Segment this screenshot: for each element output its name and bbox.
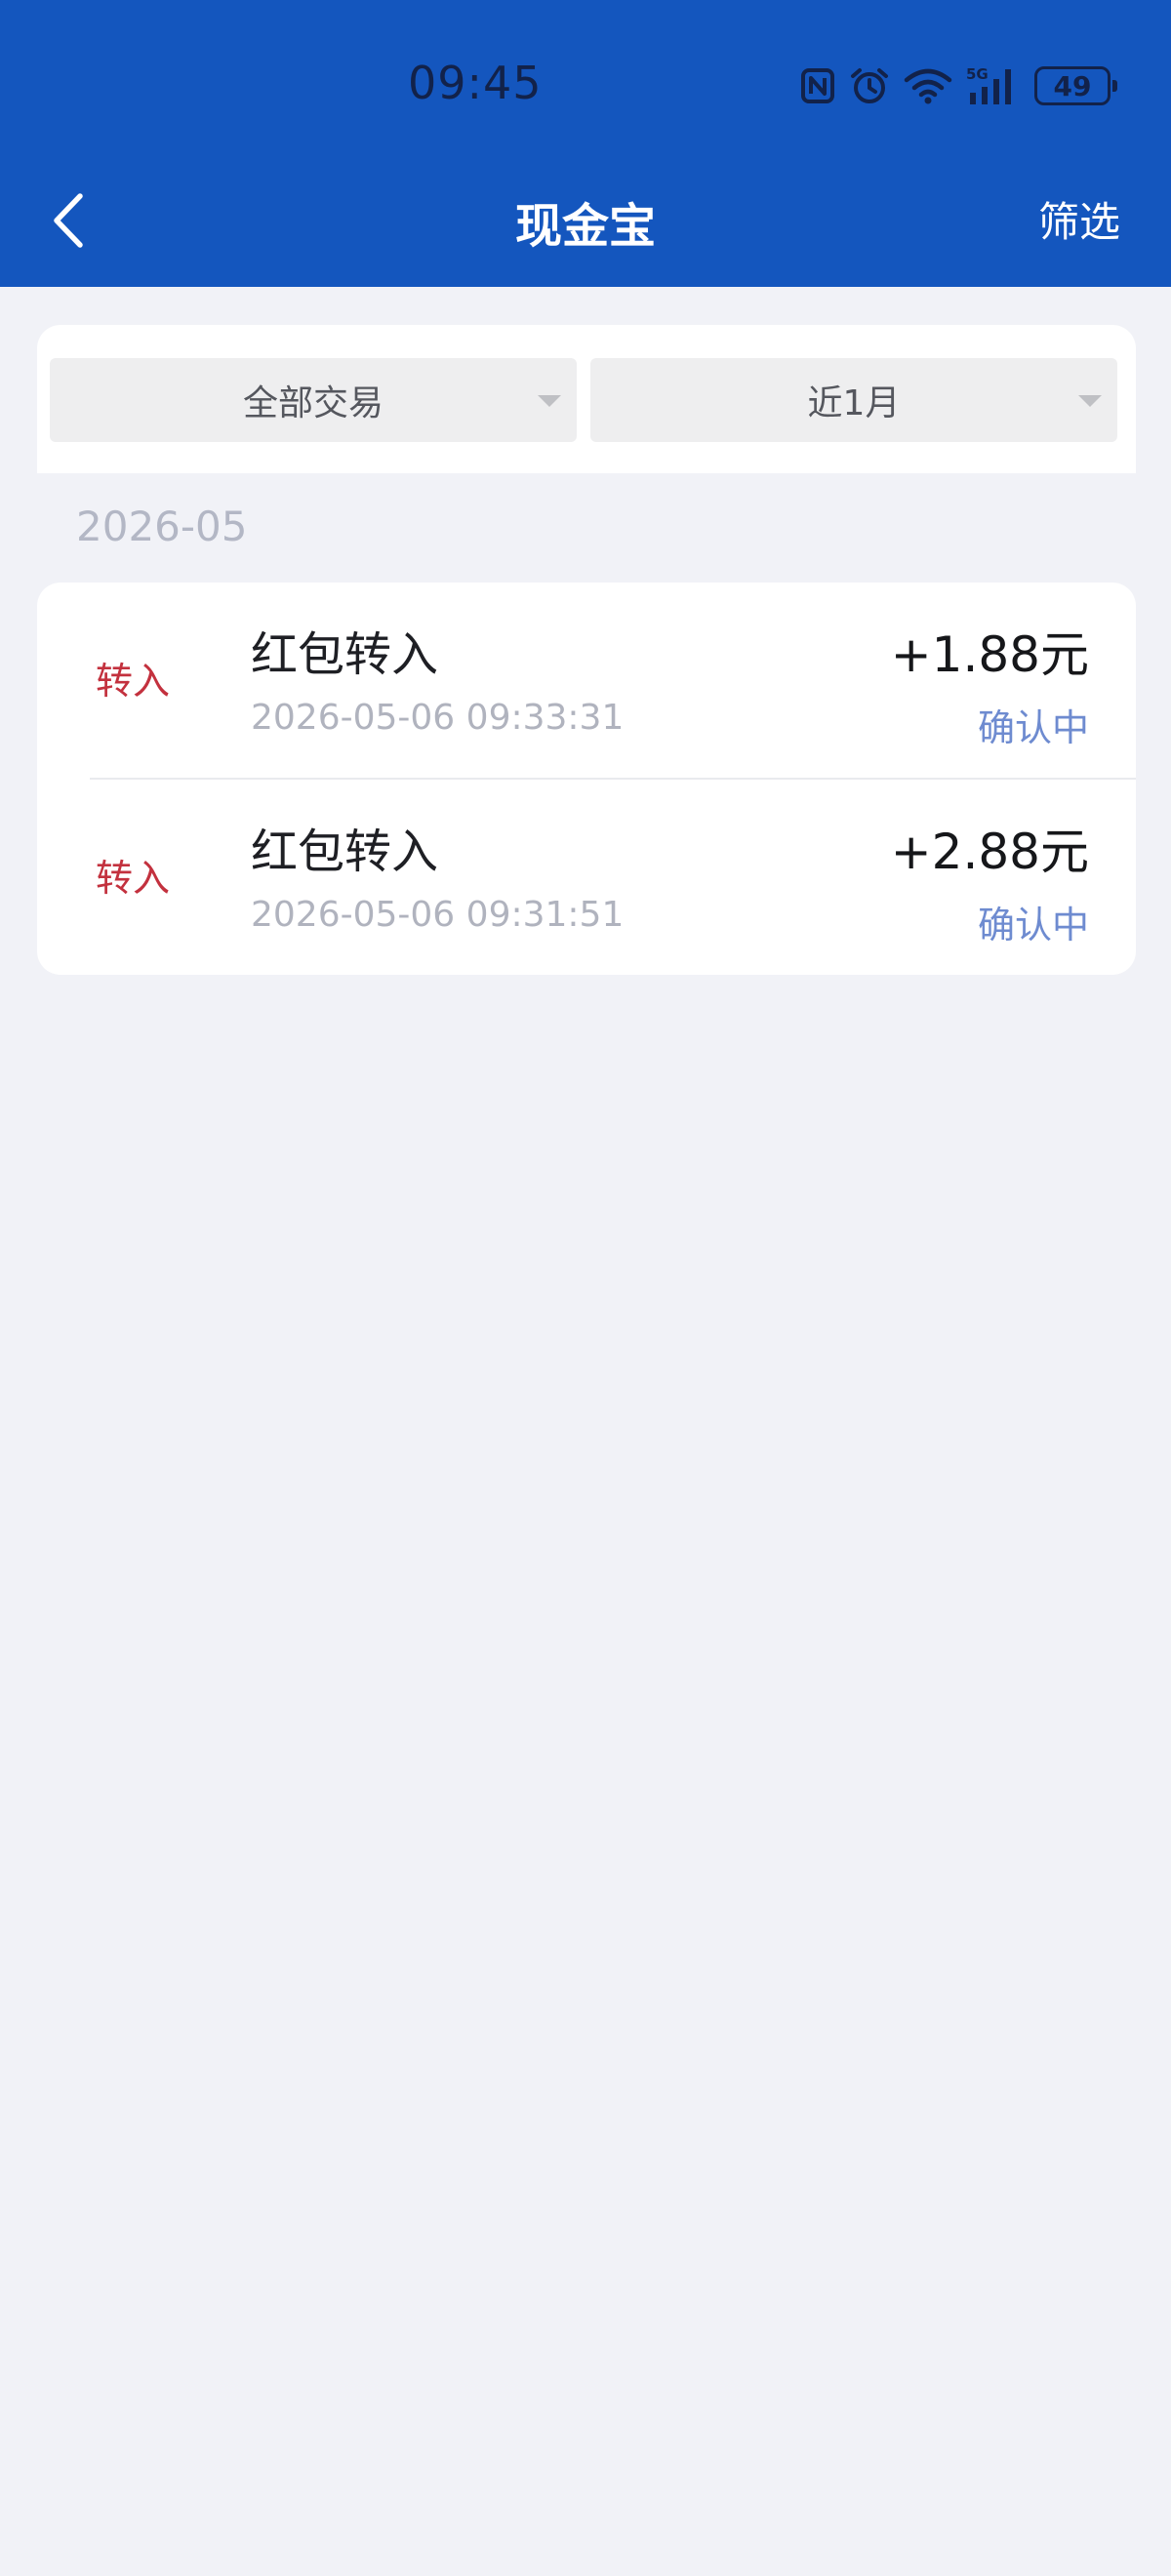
filter-button[interactable]: 筛选 (1038, 189, 1120, 249)
transaction-type-dropdown[interactable]: 全部交易 (50, 358, 577, 442)
time-period-dropdown[interactable]: 近1月 (590, 358, 1117, 442)
transaction-list: 转入 红包转入 2026-05-06 09:33:31 +1.88元 确认中 转… (37, 583, 1136, 975)
app-header: 09:45 5G 49 现金宝 筛选 (0, 0, 1171, 287)
transaction-status: 确认中 (977, 904, 1089, 946)
dropdown-arrow-icon (1078, 395, 1102, 407)
transaction-amount: +2.88元 (890, 824, 1089, 880)
battery-icon: 49 (1034, 66, 1117, 105)
back-button[interactable] (39, 189, 98, 252)
transaction-title: 红包转入 (251, 627, 439, 682)
status-bar: 09:45 5G 49 (0, 0, 1171, 166)
chevron-left-icon (54, 193, 83, 248)
navigation-bar: 现金宝 筛选 (0, 166, 1171, 287)
month-header: 2026-05 (76, 503, 248, 550)
dropdown-arrow-icon (538, 395, 561, 407)
battery-level: 49 (1053, 69, 1092, 102)
wifi-icon (904, 66, 952, 105)
signal-5g-icon: 5G (966, 65, 1021, 106)
page-title: 现金宝 (514, 199, 656, 254)
filter-panel: 全部交易 近1月 (37, 325, 1136, 473)
transaction-datetime: 2026-05-06 09:31:51 (251, 895, 625, 935)
transaction-type: 转入 (96, 660, 171, 703)
network-type-label: 5G (966, 65, 989, 83)
nfc-icon (800, 67, 835, 104)
transaction-datetime: 2026-05-06 09:33:31 (251, 698, 625, 738)
transaction-title: 红包转入 (251, 825, 439, 879)
status-icons: 5G 49 (800, 60, 1117, 111)
transaction-type-value: 全部交易 (242, 383, 384, 423)
alarm-icon (849, 66, 890, 105)
transaction-status: 确认中 (977, 706, 1089, 749)
transaction-amount: +1.88元 (890, 626, 1089, 683)
transaction-row[interactable]: 转入 红包转入 2026-05-06 09:31:51 +2.88元 确认中 (37, 780, 1136, 975)
time-period-value: 近1月 (807, 383, 901, 423)
status-time: 09:45 (408, 57, 543, 109)
transaction-type: 转入 (96, 857, 171, 900)
transaction-row[interactable]: 转入 红包转入 2026-05-06 09:33:31 +1.88元 确认中 (37, 583, 1136, 780)
